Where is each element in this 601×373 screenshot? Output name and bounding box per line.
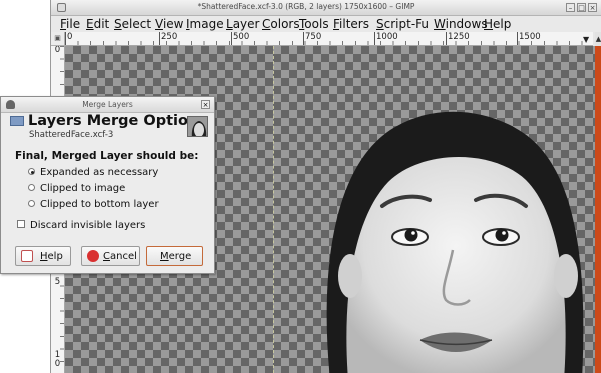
menu-view[interactable]: View: [155, 17, 183, 31]
radio-clipped-image[interactable]: Clipped to image: [28, 183, 125, 194]
checkbox-label: Discard invisible layers: [30, 220, 146, 231]
close-button[interactable]: ×: [588, 3, 597, 12]
menu-layer[interactable]: Layer: [226, 17, 259, 31]
menu-image[interactable]: Image: [186, 17, 224, 31]
menubar: File Edit Select View Image Layer Colors…: [51, 16, 601, 32]
cancel-icon: [87, 250, 99, 262]
merge-button[interactable]: Merge: [146, 246, 203, 266]
radio-indicator[interactable]: [28, 184, 35, 191]
menu-filters[interactable]: Filters: [333, 17, 369, 31]
menu-edit[interactable]: Edit: [86, 17, 109, 31]
cancel-button[interactable]: Cancel: [81, 246, 140, 266]
merge-mode-label: Final, Merged Layer should be:: [15, 150, 199, 162]
dialog-subheading: ShatteredFace.xcf-3: [29, 130, 114, 140]
chevron-up-icon[interactable]: ▲: [595, 32, 601, 46]
ruler-label: 0: [54, 359, 61, 369]
ruler-label: 1: [54, 350, 61, 360]
dialog-window-title: Merge Layers: [82, 100, 133, 109]
help-button[interactable]: Help: [15, 246, 71, 266]
menu-tools[interactable]: Tools: [299, 17, 329, 31]
scrollbar-thumb[interactable]: [595, 46, 601, 373]
ruler-label: 1000: [374, 32, 398, 45]
merge-layers-dialog: Merge Layers × Layers Merge Options Shat…: [0, 96, 215, 274]
ruler-label: 0: [65, 32, 72, 45]
ruler-label: 0: [54, 46, 61, 55]
radio-indicator[interactable]: [28, 200, 35, 207]
menu-help[interactable]: Help: [484, 17, 511, 31]
menu-colors[interactable]: Colors: [262, 17, 300, 31]
ruler-label: 750: [303, 32, 321, 45]
navigate-icon[interactable]: ▼: [583, 35, 589, 44]
maximize-button[interactable]: □: [577, 3, 586, 12]
ruler-label: 500: [231, 32, 249, 45]
quick-mask-toggle[interactable]: ▣: [51, 32, 65, 46]
menu-file[interactable]: File: [60, 17, 80, 31]
radio-label: Clipped to image: [40, 183, 126, 194]
merge-button-label: Merge: [160, 251, 192, 262]
ruler-label: 1250: [446, 32, 470, 45]
radio-expanded[interactable]: Expanded as necessary: [28, 167, 158, 178]
merge-layers-icon: [10, 116, 24, 126]
cancel-button-label: Cancel: [103, 251, 137, 262]
ruler-label: 5: [54, 277, 61, 287]
radio-label: Expanded as necessary: [40, 167, 159, 178]
horizontal-ruler[interactable]: 0 250 500 750 1000 1250 1500: [65, 32, 593, 46]
menu-script-fu[interactable]: Script-Fu: [376, 17, 429, 31]
dialog-heading: Layers Merge Options: [28, 113, 207, 129]
ruler-label: 1500: [517, 32, 541, 45]
ruler-label: 250: [159, 32, 177, 45]
image-thumbnail: [187, 116, 208, 137]
discard-invisible-checkbox[interactable]: Discard invisible layers: [17, 220, 145, 231]
help-icon: [21, 250, 33, 262]
portrait-image: [326, 111, 584, 373]
vertical-scrollbar[interactable]: ▲: [595, 32, 601, 373]
menu-windows[interactable]: Windows: [434, 17, 488, 31]
radio-clipped-bottom[interactable]: Clipped to bottom layer: [28, 199, 159, 210]
dialog-close-button[interactable]: ×: [201, 100, 210, 109]
window-titlebar[interactable]: *ShatteredFace.xcf-3.0 (RGB, 2 layers) 1…: [51, 0, 601, 16]
radio-indicator[interactable]: [28, 168, 35, 175]
radio-label: Clipped to bottom layer: [40, 199, 159, 210]
dialog-titlebar[interactable]: Merge Layers ×: [1, 97, 214, 113]
minimize-button[interactable]: –: [566, 3, 575, 12]
help-button-label: Help: [40, 251, 63, 262]
window-title: *ShatteredFace.xcf-3.0 (RGB, 2 layers) 1…: [197, 2, 415, 11]
checkbox-indicator[interactable]: [17, 220, 25, 228]
menu-select[interactable]: Select: [114, 17, 151, 31]
